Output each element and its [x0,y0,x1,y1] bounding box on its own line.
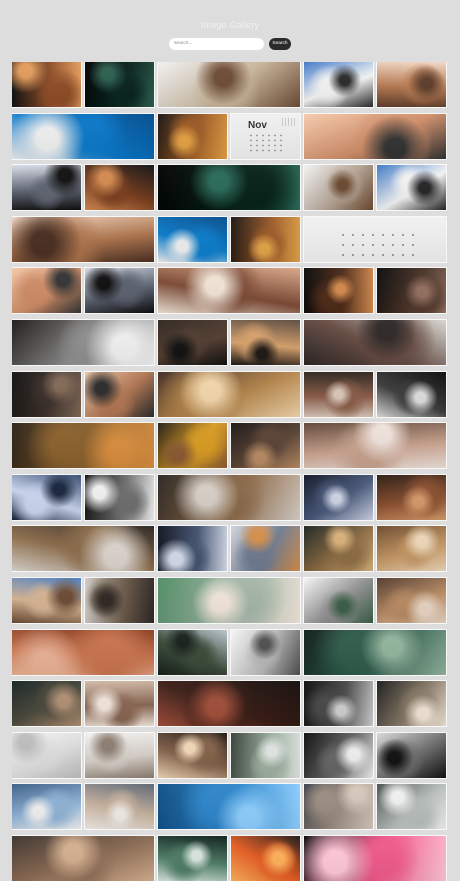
gallery-item[interactable] [158,165,300,211]
calendar-grid [248,132,284,153]
gallery-item[interactable] [85,62,154,107]
gallery-item[interactable] [158,732,227,778]
gallery-item[interactable] [377,681,446,727]
gallery-item[interactable] [158,835,227,881]
gallery-item[interactable] [304,835,446,881]
gallery-item[interactable] [231,423,300,469]
gallery-item[interactable] [12,629,154,675]
gallery-item[interactable] [304,681,373,727]
gallery-item[interactable] [12,474,81,520]
gallery-item[interactable] [377,62,446,107]
gallery-item[interactable] [158,784,300,830]
gallery-item[interactable] [12,165,81,211]
gallery-item[interactable] [12,784,81,830]
gallery-item[interactable] [12,319,154,365]
gallery-grid: Nov [12,62,448,881]
search-bar: Search [169,37,291,50]
search-button[interactable]: Search [269,37,291,50]
gallery-item[interactable] [231,732,300,778]
gallery-item[interactable] [304,423,446,469]
gallery-item[interactable] [12,371,81,417]
gallery-item[interactable] [304,474,373,520]
gallery-item[interactable] [85,165,154,211]
gallery-item[interactable] [158,526,227,572]
gallery-item[interactable] [12,216,154,262]
gallery-item[interactable] [304,732,373,778]
gallery-item[interactable] [158,113,227,159]
gallery-item[interactable] [158,423,227,469]
gallery-item[interactable] [12,577,81,623]
gallery-item[interactable] [85,681,154,727]
gallery-item[interactable] [231,526,300,572]
gallery-item[interactable] [85,732,154,778]
calendar-mini-grid [281,117,295,126]
calendar-month: Nov [248,119,267,131]
gallery-item[interactable] [85,268,154,314]
gallery-item[interactable] [231,629,300,675]
gallery-item[interactable] [377,526,446,572]
gallery-item[interactable]: Nov [231,113,300,159]
gallery-item[interactable] [304,784,373,830]
gallery-item[interactable] [304,113,446,159]
search-input[interactable] [169,37,264,50]
gallery-item[interactable] [231,835,300,881]
gallery-item[interactable] [304,526,373,572]
gallery-item[interactable] [158,371,300,417]
gallery-item[interactable] [304,165,373,211]
gallery-item[interactable] [85,371,154,417]
gallery-item[interactable] [377,268,446,314]
gallery-item[interactable] [85,784,154,830]
gallery-item[interactable] [377,165,446,211]
gallery-item[interactable] [158,268,300,314]
gallery-item[interactable] [12,732,81,778]
gallery-item[interactable] [377,474,446,520]
gallery-item[interactable] [377,371,446,417]
gallery-item[interactable] [304,319,446,365]
gallery-item[interactable] [12,423,154,469]
gallery-item[interactable] [158,681,300,727]
gallery-item[interactable] [304,216,446,262]
gallery-item[interactable] [158,629,227,675]
gallery-item[interactable] [377,732,446,778]
gallery-item[interactable] [85,474,154,520]
gallery-item[interactable] [12,681,81,727]
gallery-item[interactable] [304,371,373,417]
gallery-item[interactable] [304,62,373,107]
gallery-item[interactable] [85,577,154,623]
gallery-item[interactable] [304,577,373,623]
gallery-item[interactable] [377,577,446,623]
gallery-item[interactable] [304,268,373,314]
gallery-item[interactable] [158,577,300,623]
gallery-item[interactable] [304,629,446,675]
gallery-item[interactable] [158,216,227,262]
gallery-item[interactable] [12,62,81,107]
page-title: Image Gallery [200,20,260,30]
gallery-item[interactable] [158,319,227,365]
gallery-item[interactable] [12,113,154,159]
gallery-item[interactable] [158,474,300,520]
gallery-item[interactable] [377,784,446,830]
gallery-item[interactable] [12,835,154,881]
gallery-item[interactable] [12,268,81,314]
gallery-item[interactable] [158,62,300,107]
gallery-item[interactable] [231,319,300,365]
gallery-item[interactable] [231,216,300,262]
calendar-numbers [338,229,418,260]
gallery-item[interactable] [12,526,154,572]
